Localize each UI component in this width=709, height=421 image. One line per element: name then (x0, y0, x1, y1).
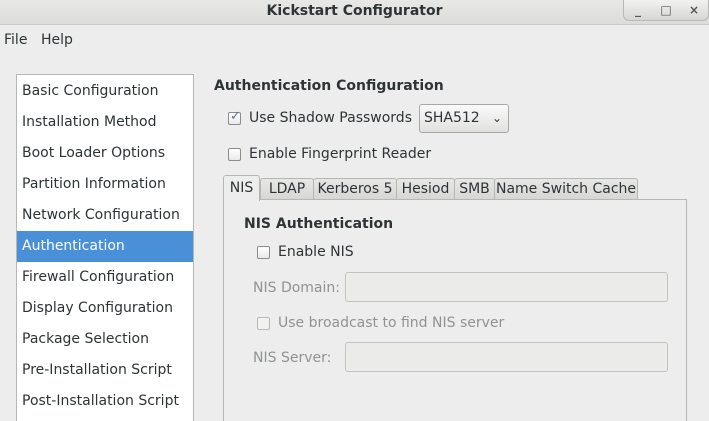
tab-hesiod[interactable]: Hesiod (396, 178, 455, 200)
nis-section-title: NIS Authentication (244, 216, 394, 232)
sidebar-item-installation-method[interactable]: Installation Method (17, 107, 193, 138)
broadcast-label: Use broadcast to find NIS server (278, 315, 505, 331)
fingerprint-checkbox[interactable] (228, 147, 241, 161)
shadow-passwords-label: Use Shadow Passwords (249, 110, 412, 126)
broadcast-checkbox[interactable] (257, 316, 270, 330)
minimize-icon[interactable]: _ (624, 0, 652, 20)
tab-kerberos-5[interactable]: Kerberos 5 (313, 178, 397, 200)
fingerprint-row[interactable]: Enable Fingerprint Reader (228, 146, 431, 162)
enable-nis-label: Enable NIS (278, 244, 354, 260)
sidebar-item-network-configuration[interactable]: Network Configuration (17, 200, 193, 231)
sidebar-item-partition-information[interactable]: Partition Information (17, 169, 193, 200)
tab-name-switch-cache[interactable]: Name Switch Cache (494, 178, 638, 200)
maximize-icon[interactable]: □ (652, 0, 680, 20)
sidebar-item-package-selection[interactable]: Package Selection (17, 324, 193, 355)
sidebar-item-firewall-configuration[interactable]: Firewall Configuration (17, 262, 193, 293)
window-title: Kickstart Configurator (266, 3, 443, 19)
nis-tab-panel (223, 199, 687, 421)
menu-bar: File Help (0, 28, 709, 54)
tab-nis[interactable]: NIS (223, 175, 260, 201)
menu-help[interactable]: Help (41, 32, 73, 48)
tab-ldap[interactable]: LDAP (260, 178, 314, 200)
sidebar-item-boot-loader-options[interactable]: Boot Loader Options (17, 138, 193, 169)
sidebar-item-basic-configuration[interactable]: Basic Configuration (17, 76, 193, 107)
nis-server-label: NIS Server: (253, 350, 332, 366)
tab-smb[interactable]: SMB (454, 178, 495, 200)
sidebar: Basic Configuration Installation Method … (16, 74, 194, 421)
close-icon[interactable]: × (680, 0, 708, 20)
enable-nis-row[interactable]: Enable NIS (257, 244, 354, 260)
sidebar-item-display-configuration[interactable]: Display Configuration (17, 293, 193, 324)
sidebar-item-authentication[interactable]: Authentication (17, 231, 193, 262)
menu-file[interactable]: File (4, 32, 27, 48)
hash-algorithm-select[interactable]: SHA512 ⌄ (419, 104, 509, 133)
shadow-passwords-checkbox[interactable] (228, 109, 241, 125)
nis-domain-label: NIS Domain: (253, 280, 340, 296)
title-bar: Kickstart Configurator _ □ × (0, 0, 709, 25)
nis-server-field[interactable] (345, 342, 668, 372)
page-title: Authentication Configuration (214, 78, 444, 94)
window-controls: _ □ × (623, 0, 709, 21)
fingerprint-label: Enable Fingerprint Reader (249, 146, 432, 162)
shadow-passwords-row[interactable]: Use Shadow Passwords (228, 109, 412, 126)
enable-nis-checkbox[interactable] (257, 245, 270, 259)
broadcast-row[interactable]: Use broadcast to find NIS server (257, 315, 504, 331)
hash-algorithm-value: SHA512 (424, 110, 480, 126)
nis-domain-field[interactable] (345, 272, 668, 302)
chevron-down-icon: ⌄ (491, 111, 502, 125)
sidebar-item-post-installation-script[interactable]: Post-Installation Script (17, 386, 193, 417)
sidebar-item-pre-installation-script[interactable]: Pre-Installation Script (17, 355, 193, 386)
